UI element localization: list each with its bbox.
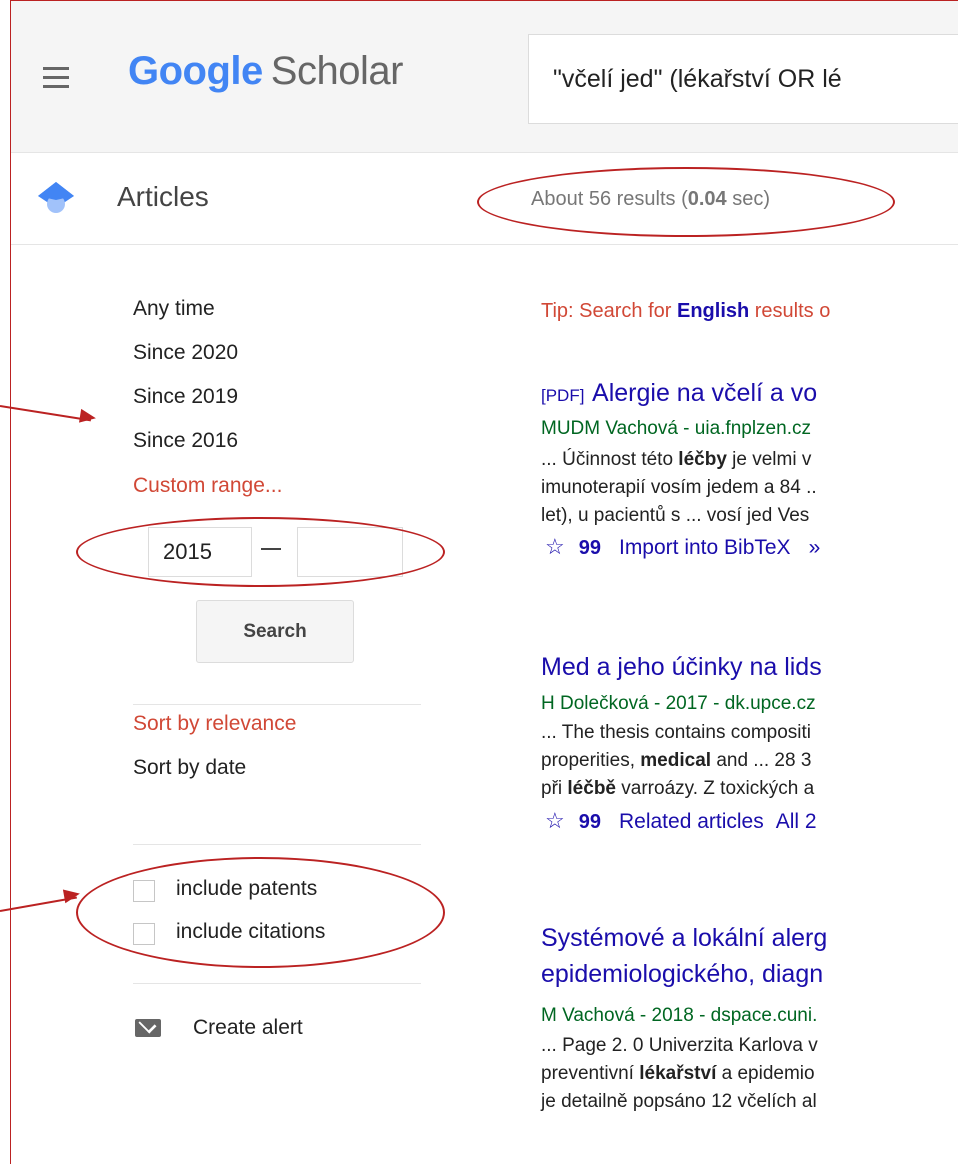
hamburger-menu-icon[interactable]: [43, 67, 73, 89]
filter-since-2019[interactable]: Since 2019: [133, 385, 238, 409]
sidebar-divider-2: [133, 844, 421, 845]
result-3-title-line-2[interactable]: epidemiologického, diagn: [541, 960, 823, 989]
result-1-snippet-2: imunoterapií vosím jedem a 84 ..: [541, 477, 817, 498]
tip-suffix: results o: [749, 300, 831, 322]
logo-google: Google: [128, 49, 263, 93]
header-bar: Google Scholar "včelí jed" (lékařství OR …: [11, 1, 958, 153]
tip-prefix: Tip: Search for: [541, 300, 677, 322]
cite-icon[interactable]: 99: [579, 537, 601, 559]
sort-by-relevance[interactable]: Sort by relevance: [133, 712, 296, 736]
result-3-snippet-2: preventivní lékařství a epidemio: [541, 1063, 815, 1084]
result-1-snippet-3: let), u pacientů s ... vosí jed Ves: [541, 505, 810, 526]
sort-by-date[interactable]: Sort by date: [133, 756, 246, 780]
result-1-meta: MUDM Vachová - uia.fnplzen.cz: [541, 418, 811, 439]
save-star-icon[interactable]: ☆: [545, 808, 565, 833]
envelope-icon: [135, 1019, 161, 1037]
result-2-all-versions[interactable]: All 2: [776, 810, 817, 833]
filter-since-2016[interactable]: Since 2016: [133, 429, 238, 453]
annotation-arrowhead-1: [79, 408, 97, 426]
filter-since-2020[interactable]: Since 2020: [133, 341, 238, 365]
tip-english-link[interactable]: English: [677, 300, 749, 322]
result-1-title[interactable]: [PDF] Alergie na včelí a vo: [541, 379, 817, 408]
annotation-oval-checkboxes: [76, 857, 445, 968]
cite-icon[interactable]: 99: [579, 811, 601, 833]
search-query-text: "včelí jed" (lékařství OR lé: [553, 65, 842, 93]
result-1-import-bibtex[interactable]: Import into BibTeX: [619, 536, 791, 559]
result-1-more-icon[interactable]: »: [809, 536, 821, 559]
result-2-title[interactable]: Med a jeho účinky na lids: [541, 653, 822, 682]
sidebar-divider-3: [133, 983, 421, 984]
create-alert-link[interactable]: Create alert: [193, 1016, 303, 1040]
filter-any-time[interactable]: Any time: [133, 297, 215, 321]
search-input[interactable]: "včelí jed" (lékařství OR lé: [528, 34, 958, 124]
tip-line: Tip: Search for English results o: [541, 300, 830, 323]
result-1-actions: ☆ 99 Import into BibTeX »: [545, 534, 820, 560]
annotation-oval-results: [477, 167, 895, 237]
google-scholar-logo[interactable]: Google Scholar: [128, 49, 403, 94]
range-search-button[interactable]: Search: [196, 600, 354, 663]
save-star-icon[interactable]: ☆: [545, 534, 565, 559]
result-1-title-text[interactable]: Alergie na včelí a vo: [592, 379, 817, 407]
annotation-arrowhead-2: [62, 886, 82, 904]
articles-icon: [38, 182, 74, 213]
result-3-snippet-1: ... Page 2. 0 Univerzita Karlova v: [541, 1035, 818, 1056]
result-2-snippet-1: ... The thesis contains compositi: [541, 722, 811, 743]
result-3-snippet-3: je detailně popsáno 12 včelích al: [541, 1091, 817, 1112]
logo-scholar: Scholar: [270, 49, 404, 93]
result-2-snippet-2: properities, medical and ... 28 3: [541, 750, 812, 771]
result-3-meta: M Vachová - 2018 - dspace.cuni.: [541, 1005, 818, 1026]
result-1-pdf-tag[interactable]: [PDF]: [541, 386, 584, 405]
result-2-actions: ☆ 99 Related articles All 2: [545, 808, 817, 834]
result-2-related-articles[interactable]: Related articles: [619, 810, 764, 833]
filter-custom-range[interactable]: Custom range...: [133, 474, 282, 498]
result-1-snippet-1: ... Účinnost této léčby je velmi v: [541, 449, 812, 470]
result-2-meta: H Dolečková - 2017 - dk.upce.cz: [541, 693, 816, 714]
annotation-oval-range: [76, 517, 445, 587]
articles-label[interactable]: Articles: [117, 181, 209, 213]
sidebar-divider-1: [133, 704, 421, 705]
result-3-title-line-1[interactable]: Systémové a lokální alerg: [541, 924, 827, 953]
result-2-snippet-3: při léčbě varroázy. Z toxických a: [541, 778, 815, 799]
